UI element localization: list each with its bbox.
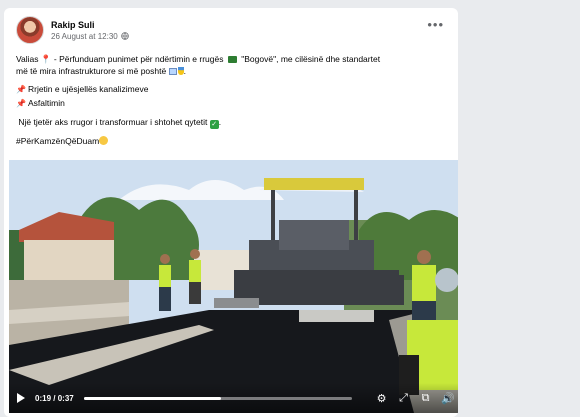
current-time: 0:19 (35, 393, 52, 403)
globe-icon (120, 32, 129, 40)
post-time-row: 26 August at 12:30 (51, 31, 129, 42)
time-separator: / (53, 393, 56, 403)
post-text-line1: - Përfunduam punimet për ndërtimin e rru… (53, 54, 224, 64)
duration: 0:37 (57, 393, 74, 403)
settings-icon[interactable]: ⚙ (375, 392, 388, 405)
pin-emoji-icon: 📌 (16, 99, 26, 108)
hashtag-link[interactable]: #PërKamzënQëDuam (16, 136, 99, 146)
avatar[interactable] (16, 16, 44, 44)
fullscreen-icon[interactable]: ⤢ (397, 392, 410, 405)
author-name[interactable]: Rakip Suli (51, 19, 129, 31)
video-controls: 0:19 / 0:37 ⚙ ⤢ ⧉ 🔊 (9, 383, 458, 413)
post-text-line3: Një tjetër aks rrugor i transformuar i s… (18, 117, 208, 127)
video-timecode: 0:19 / 0:37 (35, 394, 74, 403)
post-text-line2: më të mira infrastrukturore si më poshtë (16, 66, 167, 76)
play-icon[interactable] (17, 393, 25, 403)
progress-fill (83, 396, 221, 400)
medal-emoji-icon (177, 67, 184, 75)
bullet-item-2: Asfaltimin (27, 98, 65, 108)
smile-emoji-icon (99, 136, 109, 145)
post-text-prefix: Valias (16, 54, 39, 64)
post-meta: Rakip Suli 26 August at 12:30 (51, 19, 129, 42)
progress-bar[interactable] (83, 396, 352, 400)
post-text-line1-quote: "Bogovë", me cilësinë dhe standartet (241, 54, 381, 64)
volume-icon[interactable]: 🔊 (441, 392, 455, 405)
post-timestamp[interactable]: 26 August at 12:30 (51, 31, 118, 42)
pin-emoji-icon: 📌 (16, 85, 26, 94)
pin-emoji-icon: 📍 (40, 54, 52, 64)
picture-in-picture-icon[interactable]: ⧉ (419, 392, 432, 405)
flag-emoji-icon (168, 68, 177, 75)
video-frame (9, 160, 458, 413)
post-text: Valias 📍 - Përfunduam punimet për ndërti… (16, 54, 381, 146)
bullet-item-1: Rrjetin e ujësjellës kanalizimeve (27, 84, 149, 94)
post-card: Rakip Suli 26 August at 12:30 ••• Valias… (4, 8, 458, 417)
video-player[interactable]: 0:19 / 0:37 ⚙ ⤢ ⧉ 🔊 (9, 160, 458, 413)
more-options-icon[interactable]: ••• (427, 18, 444, 31)
checkmark-emoji-icon: ✓ (209, 120, 219, 129)
post-header: Rakip Suli 26 August at 12:30 (16, 16, 129, 44)
road-sign-emoji-icon (227, 56, 237, 63)
